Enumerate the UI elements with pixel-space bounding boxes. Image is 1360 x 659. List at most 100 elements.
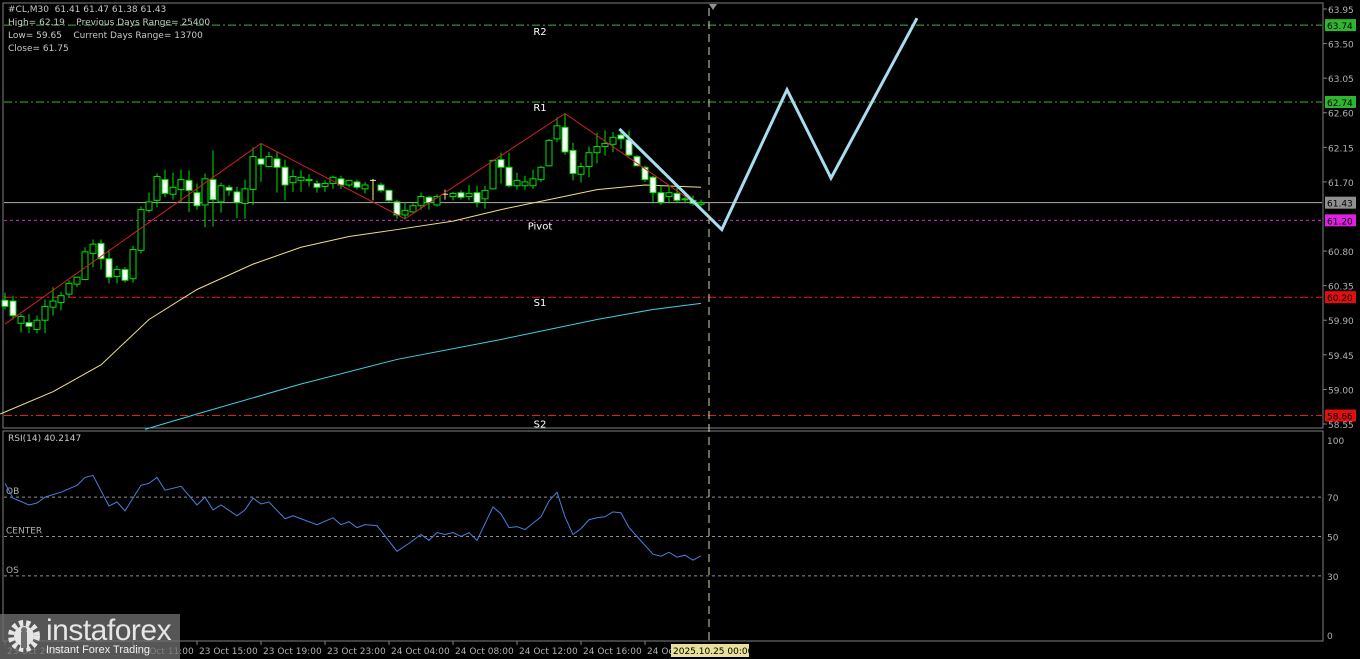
candle-bull	[89, 243, 97, 254]
candle-bull	[553, 125, 561, 140]
candle-bull	[153, 176, 161, 201]
time-label: 24 Oct 12:00	[519, 647, 578, 657]
time-label: 23 Oct 15:00	[199, 647, 258, 657]
candle-bull	[521, 181, 529, 187]
time-label: 23 Oct 19:00	[263, 647, 322, 657]
candle-bull	[113, 269, 121, 277]
price-tick-label: 60.35	[1328, 283, 1354, 293]
candle-bear	[457, 192, 465, 198]
level-label-r2: R2	[533, 27, 546, 38]
rsi-tick-label: 50	[1327, 534, 1339, 544]
candle-bear	[257, 158, 265, 165]
candle-bull	[361, 184, 369, 190]
current-price-label: 61.43	[1327, 200, 1353, 210]
level-price-label: 60.20	[1327, 294, 1353, 304]
price-tick-label: 60.80	[1328, 248, 1354, 258]
level-price-label: 63.74	[1327, 22, 1353, 32]
candle-bull	[409, 205, 417, 213]
logo-wordmark: instaforex	[46, 614, 172, 647]
candle-bull	[481, 189, 489, 200]
candle-bull	[129, 249, 137, 280]
instaforex-logo: instaforex Instant Forex Trading	[0, 614, 180, 659]
ma-slow-line	[144, 302, 702, 430]
price-tick-label: 62.60	[1328, 110, 1354, 120]
price-tick-label: 58.55	[1328, 421, 1354, 431]
candle-bear	[505, 166, 513, 187]
rsi-tick-label: 30	[1327, 573, 1339, 583]
trading-chart[interactable]: R2R1PivotS1S2 OBCENTEROS1007050300 63.74…	[0, 0, 1360, 659]
candle-bear	[497, 159, 505, 168]
candle-bull	[585, 152, 593, 168]
candlesticks	[1, 113, 705, 334]
gear-logo-icon	[8, 620, 40, 652]
candle-bear	[353, 181, 361, 188]
level-price-label: 62.74	[1327, 99, 1353, 109]
candle-bull	[65, 282, 73, 295]
candle-bull	[417, 196, 425, 207]
candle-bull	[593, 146, 601, 154]
candle-bear	[225, 186, 233, 191]
time-label: 24 Oct 16:00	[583, 647, 642, 657]
candle-bear	[313, 182, 321, 188]
level-label-r1: R1	[533, 103, 546, 114]
candle-bull	[33, 319, 41, 330]
candle-bear	[233, 191, 241, 204]
symbol-ohlc: #CL,M30 61.41 61.47 61.38 61.43	[8, 5, 167, 15]
candle-bear	[649, 176, 657, 194]
candle-bear	[569, 149, 577, 174]
rsi-level-label: OS	[6, 566, 19, 576]
candle-bear	[185, 179, 193, 191]
candle-bull	[465, 192, 473, 198]
candle-bull	[17, 315, 25, 324]
shift-marker-icon[interactable]	[709, 4, 717, 10]
rsi-tick-label: 100	[1327, 437, 1344, 447]
candle-bear	[1, 299, 9, 307]
candle-bear	[193, 192, 201, 207]
price-tick-label: 61.70	[1328, 179, 1354, 189]
candle-bull	[489, 159, 497, 190]
level-price-label: 61.20	[1327, 217, 1353, 227]
candle-bull	[513, 179, 521, 187]
candle-bear	[617, 134, 625, 140]
rsi-tick-label: 0	[1327, 632, 1333, 642]
pivot-levels: R2 R1 Pivot S1 S2	[4, 24, 1322, 431]
candle-bear	[305, 179, 313, 182]
candle-bear	[121, 269, 129, 281]
candle-bull	[697, 202, 705, 205]
rsi-indicator: OBCENTEROS1007050300	[4, 437, 1344, 642]
zigzag-line	[4, 112, 694, 325]
moving-averages	[0, 184, 702, 430]
candle-bear	[9, 300, 17, 317]
candle-bull	[145, 201, 153, 211]
candle-bull	[345, 179, 353, 186]
candle-bull	[41, 305, 49, 321]
price-tick-label: 62.15	[1328, 144, 1354, 154]
candle-bull	[49, 300, 57, 308]
candle-bull	[449, 192, 457, 198]
candle-bear	[681, 198, 689, 201]
candle-bull	[289, 176, 297, 184]
zigzag-polyline	[4, 112, 694, 325]
candle-bull	[665, 192, 673, 198]
price-tick-label: 59.45	[1328, 352, 1354, 362]
candle-bear	[209, 179, 217, 201]
logo-tagline: Instant Forex Trading	[46, 644, 150, 656]
candle-bull	[169, 186, 177, 195]
candle-bear	[161, 179, 169, 194]
candle-bull	[577, 166, 585, 175]
rsi-pane-border	[2, 430, 1324, 642]
price-pane-border	[2, 2, 1324, 429]
close-info: Close= 61.75	[8, 44, 69, 54]
candle-bull	[529, 178, 537, 187]
price-tick-label: 59.90	[1328, 317, 1354, 327]
level-label-s2: S2	[534, 420, 547, 431]
price-axis[interactable]: 63.7462.7461.2060.2058.6661.4363.9563.50…	[1323, 6, 1356, 431]
candle-bull	[321, 182, 329, 188]
level-label-s1: S1	[534, 298, 547, 309]
candle-bull	[57, 295, 65, 304]
candle-bear	[561, 126, 569, 153]
price-tick-label: 59.00	[1328, 386, 1354, 396]
candle-bull	[177, 179, 185, 191]
candle-bull	[217, 185, 225, 203]
price-tick-label: 63.50	[1328, 41, 1354, 51]
